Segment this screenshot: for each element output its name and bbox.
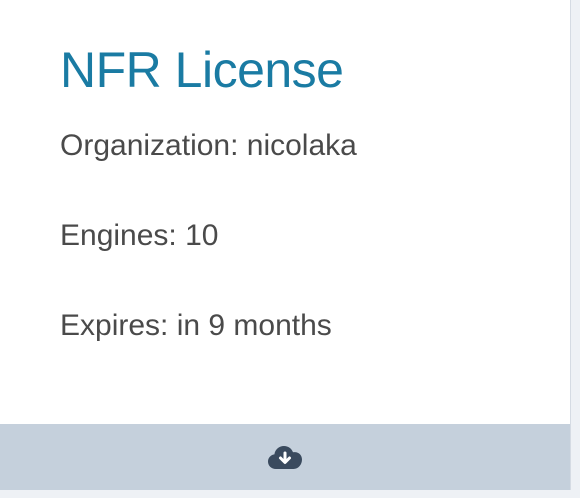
organization-text: Organization: nicolaka bbox=[60, 129, 357, 162]
cloud-download-icon bbox=[268, 446, 302, 469]
license-page: NFR License Organization: nicolaka Engin… bbox=[0, 0, 580, 498]
bottom-edge-divider bbox=[0, 490, 580, 498]
expires-text: Expires: in 9 months bbox=[60, 309, 332, 342]
license-card: NFR License Organization: nicolaka Engin… bbox=[0, 0, 571, 424]
license-title: NFR License bbox=[60, 42, 344, 98]
license-download-bar[interactable] bbox=[0, 424, 571, 490]
right-edge-divider bbox=[571, 0, 580, 498]
download-license-button[interactable] bbox=[263, 435, 307, 479]
engines-text: Engines: 10 bbox=[60, 219, 219, 252]
